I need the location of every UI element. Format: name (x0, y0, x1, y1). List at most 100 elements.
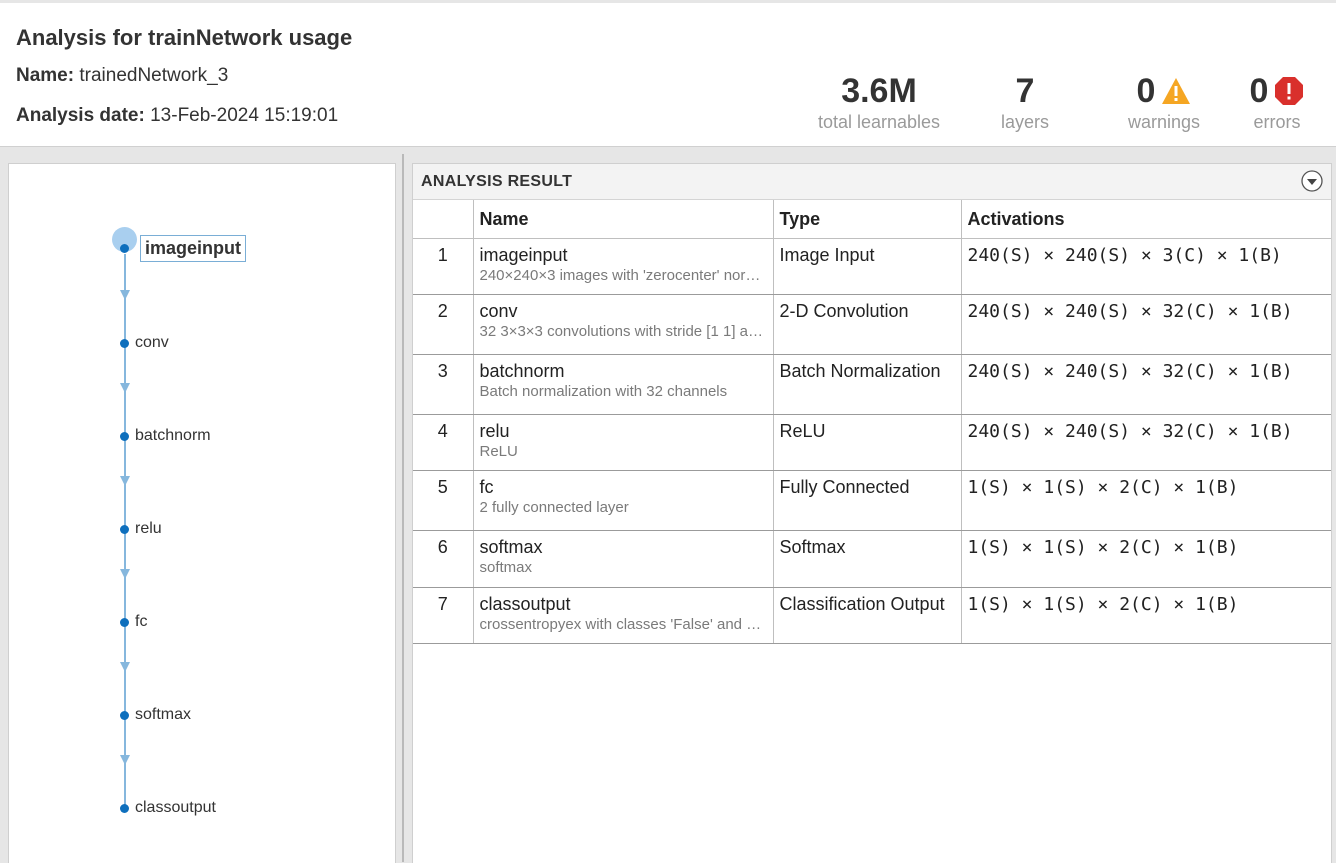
table-row[interactable]: 5 fc 2 fully connected layer Fully Conne… (413, 470, 1331, 531)
layer-cell: imageinput 240×240×3 images with 'zeroce… (473, 238, 774, 295)
stat-errors[interactable]: 0 errors (1244, 71, 1310, 133)
layer-name: imageinput (479, 245, 568, 265)
table-row[interactable]: 2 conv 32 3×3×3 convolutions with stride… (413, 294, 1331, 355)
node-label: fc (135, 613, 148, 630)
chevron-down-icon (1301, 170, 1323, 196)
layer-activations: 1(S) × 1(S) × 2(C) × 1(B) (961, 470, 1331, 531)
layer-cell: relu ReLU (473, 414, 774, 471)
layer-activations: 240(S) × 240(S) × 3(C) × 1(B) (961, 238, 1331, 295)
layers-value: 7 (1015, 72, 1035, 110)
table-row[interactable]: 4 relu ReLU ReLU 240(S) × 240(S) × 32(C)… (413, 414, 1331, 471)
analysis-date: Analysis date: 13-Feb-2024 15:19:01 (16, 105, 338, 127)
graph-node-classoutput[interactable]: classoutput (120, 799, 216, 817)
row-index: 6 (413, 530, 474, 588)
layer-description: Batch normalization with 32 channels (479, 383, 728, 400)
section-title: ANALYSIS RESULT (421, 173, 573, 190)
node-dot-icon (120, 524, 129, 534)
layer-cell: conv 32 3×3×3 convolutions with stride [… (473, 294, 774, 355)
warning-icon (1161, 77, 1191, 105)
node-label: conv (135, 334, 169, 351)
row-index: 5 (413, 470, 474, 531)
layer-name: softmax (479, 537, 543, 557)
name-label: Name: (16, 65, 75, 86)
row-index: 2 (413, 294, 474, 355)
row-index: 3 (413, 354, 474, 415)
node-dot-icon (120, 338, 129, 348)
row-index: 7 (413, 587, 474, 644)
node-dot-icon (120, 431, 129, 441)
layer-description: softmax (479, 559, 533, 576)
col-activations-header[interactable]: Activations (961, 200, 1331, 239)
layer-description: 32 3×3×3 convolutions with stride [1 1] … (479, 323, 764, 340)
edge-arrow-icon (120, 755, 130, 765)
learnables-label: total learnables (817, 112, 941, 132)
layers-label: layers (1000, 112, 1049, 132)
graph-node-imageinput[interactable]: imageinput (112, 227, 247, 262)
node-label: imageinput (140, 235, 247, 262)
stat-warnings[interactable]: 0 warnings (1118, 71, 1210, 133)
edge-arrow-icon (120, 662, 130, 672)
layer-type: ReLU (773, 414, 962, 471)
node-dot-icon (120, 244, 129, 253)
errors-label: errors (1253, 112, 1301, 132)
page-title: Analysis for trainNetwork usage (16, 25, 353, 50)
stat-learnables: 3.6M total learnables (812, 71, 946, 133)
layer-name: batchnorm (479, 361, 565, 381)
layer-description: 2 fully connected layer (479, 499, 629, 516)
edge-arrow-icon (120, 383, 130, 393)
warnings-value: 0 (1136, 72, 1156, 110)
graph-node-conv[interactable]: conv (120, 334, 169, 352)
section-header[interactable]: ANALYSIS RESULT (413, 164, 1331, 200)
name-value: trainedNetwork_3 (79, 65, 229, 86)
node-label: softmax (135, 706, 192, 723)
edge-arrow-icon (120, 476, 130, 486)
table-row[interactable]: 7 classoutput crossentropyex with classe… (413, 587, 1331, 644)
layer-activations: 240(S) × 240(S) × 32(C) × 1(B) (961, 354, 1331, 415)
date-label: Analysis date: (16, 105, 145, 126)
layer-type: Batch Normalization (773, 354, 962, 415)
row-index: 1 (413, 238, 474, 295)
col-index-header[interactable] (413, 200, 474, 239)
graph-node-fc[interactable]: fc (120, 613, 147, 631)
layer-cell: batchnorm Batch normalization with 32 ch… (473, 354, 774, 415)
node-dot-icon (120, 710, 129, 720)
layer-type: Image Input (773, 238, 962, 295)
table-row[interactable]: 6 softmax softmax Softmax 1(S) × 1(S) × … (413, 530, 1331, 588)
panel-splitter[interactable] (402, 154, 404, 862)
results-table: Name Type Activations 1 imageinput 240×2… (413, 200, 1331, 644)
summary-header: Analysis for trainNetwork usage Name: tr… (0, 3, 1336, 147)
graph-node-relu[interactable]: relu (120, 520, 162, 538)
date-value: 13-Feb-2024 15:19:01 (150, 105, 339, 126)
node-label: classoutput (135, 799, 216, 816)
collapse-button[interactable] (1301, 170, 1323, 192)
layer-name: fc (479, 477, 494, 497)
error-icon (1274, 76, 1304, 106)
layer-description: ReLU (479, 443, 518, 460)
layer-cell: classoutput crossentropyex with classes … (473, 587, 774, 644)
layer-name: relu (479, 421, 510, 441)
layer-cell: fc 2 fully connected layer (473, 470, 774, 531)
layer-activations: 240(S) × 240(S) × 32(C) × 1(B) (961, 294, 1331, 355)
edge-arrow-icon (120, 290, 130, 300)
layer-description: crossentropyex with classes 'False' and … (479, 616, 762, 633)
table-row[interactable]: 1 imageinput 240×240×3 images with 'zero… (413, 238, 1331, 295)
network-graph-panel[interactable]: imageinput conv batchnorm relu fc softma… (8, 163, 396, 863)
layer-name: conv (479, 301, 518, 321)
layer-activations: 1(S) × 1(S) × 2(C) × 1(B) (961, 530, 1331, 588)
layer-activations: 240(S) × 240(S) × 32(C) × 1(B) (961, 414, 1331, 471)
graph-node-batchnorm[interactable]: batchnorm (120, 427, 211, 445)
layer-name: classoutput (479, 594, 571, 614)
node-label: batchnorm (135, 427, 211, 444)
errors-value: 0 (1249, 72, 1269, 110)
table-row[interactable]: 3 batchnorm Batch normalization with 32 … (413, 354, 1331, 415)
table-header-row: Name Type Activations (413, 200, 1331, 239)
layer-type: Classification Output (773, 587, 962, 644)
warnings-label: warnings (1127, 112, 1201, 132)
col-type-header[interactable]: Type (773, 200, 962, 239)
node-label: relu (135, 520, 162, 537)
col-name-header[interactable]: Name (473, 200, 774, 239)
network-name: Name: trainedNetwork_3 (16, 65, 228, 87)
graph-node-softmax[interactable]: softmax (120, 706, 191, 724)
layer-type: Softmax (773, 530, 962, 588)
learnables-value: 3.6M (841, 72, 917, 110)
